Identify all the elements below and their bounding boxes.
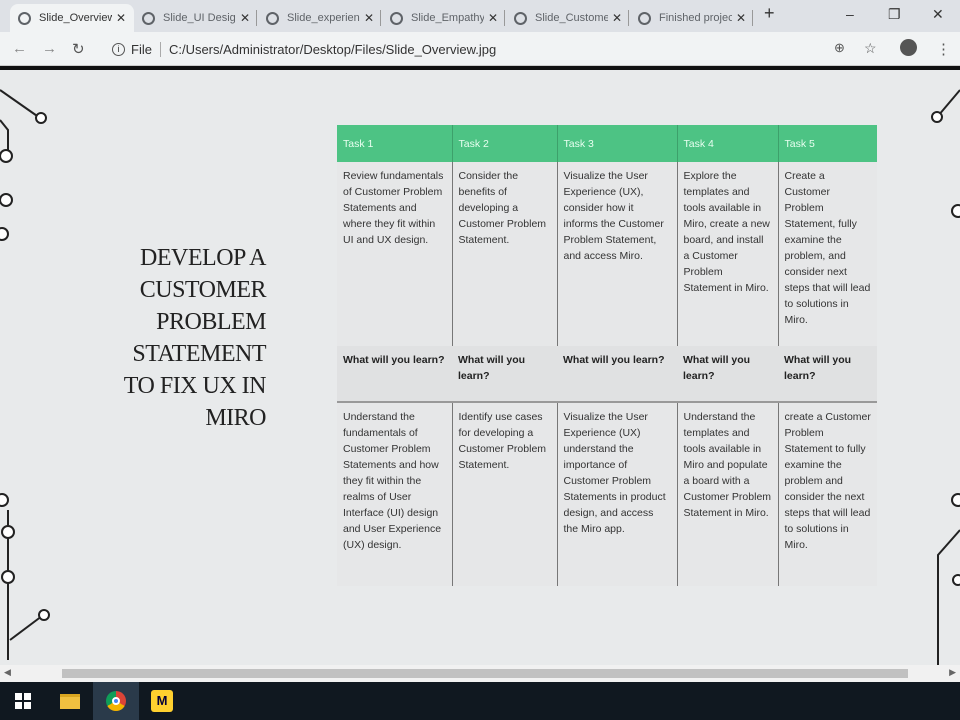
- scrollbar-thumb[interactable]: [62, 669, 908, 678]
- table-header: Task 1: [337, 125, 452, 162]
- restore-button[interactable]: ❐: [888, 6, 901, 23]
- learn-label: What will you learn?: [677, 346, 778, 403]
- table-header: Task 5: [777, 125, 877, 162]
- scroll-right-icon[interactable]: ▶: [949, 667, 956, 678]
- image-viewer: DEVELOP A CUSTOMER PROBLEM STATEMENT TO …: [0, 66, 960, 665]
- learn-cell: Understand the fundamentals of Customer …: [337, 402, 452, 586]
- task-cell: Review fundamentals of Customer Problem …: [337, 162, 452, 346]
- new-tab-button[interactable]: +: [764, 3, 775, 24]
- tab-finished-project[interactable]: Finished project ✕: [630, 4, 754, 32]
- globe-icon: [638, 11, 651, 25]
- file-label: File: [131, 41, 152, 57]
- windows-start-icon[interactable]: [0, 682, 46, 720]
- tab-slide-customer[interactable]: Slide_Customer ✕: [506, 4, 630, 32]
- globe-icon: [514, 11, 527, 25]
- task-cell: Explore the templates and tools availabl…: [676, 162, 778, 346]
- task-cell: Create a Customer Problem Statement, ful…: [777, 162, 877, 346]
- learn-cell: Visualize the User Experience (UX) under…: [556, 402, 677, 586]
- tab-slide-empathy[interactable]: Slide_Empathy ✕: [382, 4, 506, 32]
- learn-label: What will you learn?: [337, 346, 452, 403]
- close-tab-icon[interactable]: ✕: [364, 11, 374, 25]
- tab-slide-overview[interactable]: Slide_Overview ✕: [10, 4, 134, 32]
- file-explorer-icon[interactable]: [47, 682, 93, 720]
- table-header: Task 2: [451, 125, 557, 162]
- learn-cell: Identify use cases for developing a Cust…: [451, 402, 557, 586]
- close-tab-icon[interactable]: ✕: [736, 11, 746, 25]
- learn-cell: create a Customer Problem Statement to f…: [777, 402, 877, 586]
- close-tab-icon[interactable]: ✕: [116, 11, 126, 25]
- globe-icon: [142, 11, 155, 25]
- minimize-button[interactable]: –: [846, 6, 854, 22]
- slide-title: DEVELOP A CUSTOMER PROBLEM STATEMENT TO …: [123, 245, 267, 431]
- info-icon[interactable]: i: [112, 42, 125, 56]
- address-bar[interactable]: i File C:/Users/Administrator/Desktop/Fi…: [104, 36, 894, 62]
- task-cell: Consider the benefits of developing a Cu…: [451, 162, 557, 346]
- miro-icon[interactable]: M: [139, 682, 185, 720]
- tasks-table: Task 1 Task 2 Task 3 Task 4 Task 5 Revie…: [337, 125, 877, 586]
- table-header: Task 3: [556, 125, 677, 162]
- close-tab-icon[interactable]: ✕: [612, 11, 622, 25]
- scroll-left-icon[interactable]: ◀: [4, 667, 11, 678]
- close-window-button[interactable]: ✕: [932, 6, 944, 23]
- back-icon[interactable]: ←: [12, 40, 27, 57]
- learn-cell: Understand the templates and tools avail…: [676, 402, 778, 586]
- forward-icon[interactable]: →: [42, 40, 57, 57]
- learn-label: What will you learn?: [557, 346, 677, 403]
- globe-icon: [390, 11, 403, 25]
- tab-slide-ui-design[interactable]: Slide_UI Design ✕: [134, 4, 258, 32]
- globe-icon: [18, 11, 31, 25]
- taskbar: M: [0, 682, 960, 720]
- zoom-icon[interactable]: ⊕: [834, 40, 845, 56]
- close-tab-icon[interactable]: ✕: [488, 11, 498, 25]
- learn-label: What will you learn?: [778, 346, 877, 403]
- star-icon[interactable]: ☆: [864, 40, 877, 57]
- close-tab-icon[interactable]: ✕: [240, 11, 250, 25]
- slide: DEVELOP A CUSTOMER PROBLEM STATEMENT TO …: [0, 70, 960, 665]
- reload-icon[interactable]: ↻: [72, 40, 85, 58]
- task-cell: Visualize the User Experience (UX), cons…: [556, 162, 677, 346]
- learn-label: What will you learn?: [452, 346, 557, 403]
- globe-icon: [266, 11, 279, 25]
- profile-icon[interactable]: [900, 39, 917, 56]
- tab-bar: Slide_Overview ✕ Slide_UI Design ✕ Slide_e…: [0, 0, 960, 32]
- tab-slide-experience[interactable]: Slide_experience✕: [258, 4, 382, 32]
- url-text[interactable]: C:/Users/Administrator/Desktop/Files/Sli…: [169, 42, 496, 57]
- table-header: Task 4: [676, 125, 778, 162]
- menu-icon[interactable]: ⋮: [936, 40, 951, 58]
- horizontal-scrollbar[interactable]: ◀ ▶: [0, 665, 960, 682]
- browser-toolbar: ← → ↻ i File C:/Users/Administrator/Desk…: [0, 32, 960, 66]
- chrome-icon[interactable]: [93, 682, 139, 720]
